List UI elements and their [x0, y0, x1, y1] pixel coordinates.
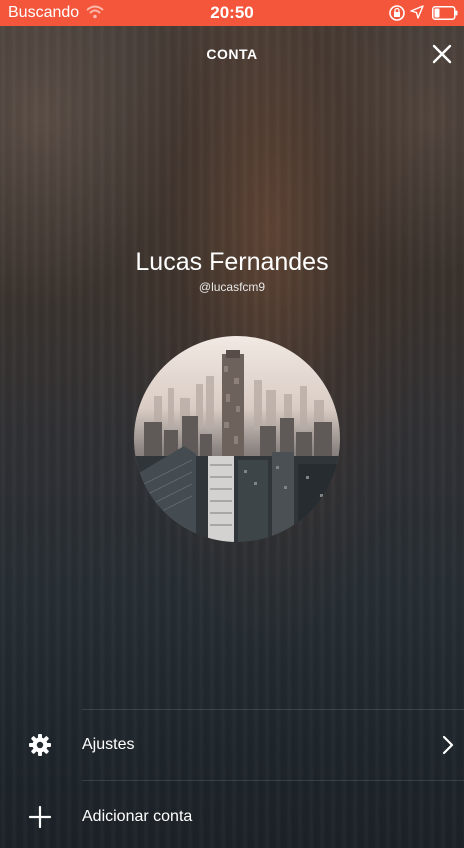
gear-icon — [29, 734, 51, 756]
menu-item-add-account[interactable]: Adicionar conta — [0, 781, 464, 848]
avatar[interactable] — [134, 336, 340, 542]
city-skyline-photo — [134, 336, 340, 542]
menu-item-label: Adicionar conta — [82, 808, 193, 825]
close-icon — [432, 44, 452, 64]
user-handle: @lucasfcm9 — [198, 280, 266, 294]
rotation-lock-icon — [389, 5, 405, 21]
menu-item-settings[interactable]: Ajustes — [0, 710, 464, 780]
menu-item-label: Ajustes — [82, 736, 135, 753]
plus-icon — [28, 805, 52, 829]
battery-icon — [432, 6, 458, 20]
chevron-right-icon — [442, 735, 454, 755]
account-screen: Buscando 20:50 CONTA Lucas Fernandes @lu… — [0, 0, 464, 848]
location-arrow-icon — [410, 5, 424, 19]
user-name: Lucas Fernandes — [135, 248, 329, 276]
close-button[interactable] — [430, 42, 454, 66]
status-bar: Buscando 20:50 — [0, 0, 464, 26]
page-title: CONTA — [206, 46, 258, 62]
